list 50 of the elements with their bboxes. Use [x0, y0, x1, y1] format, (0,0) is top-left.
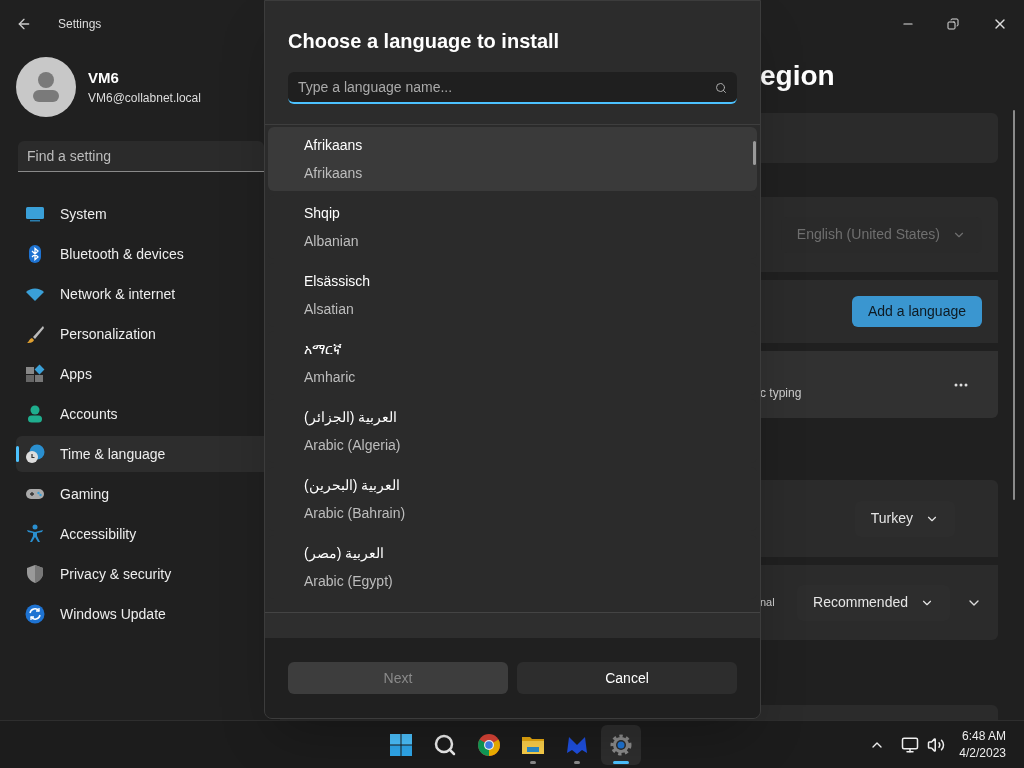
window-title: Settings: [58, 16, 102, 33]
nav-item[interactable]: Accounts: [16, 396, 264, 432]
language-item[interactable]: Afrikaans Afrikaans: [268, 127, 757, 191]
add-language-button[interactable]: Add a language: [851, 296, 982, 327]
search-field[interactable]: Find a setting: [18, 141, 264, 172]
dialog-button[interactable]: Cancel: [517, 662, 737, 694]
restore-icon[interactable]: [947, 18, 959, 30]
apps-icon: [25, 364, 45, 384]
more-icon: [954, 382, 968, 387]
nav-item[interactable]: Privacy & security: [16, 556, 264, 592]
nav-item[interactable]: Windows Update: [16, 596, 264, 632]
language-caption: c typing: [760, 384, 802, 402]
user-name: VM6: [88, 67, 120, 88]
running-indicator: [574, 760, 580, 764]
nav-item[interactable]: Bluetooth & devices: [16, 236, 264, 272]
user-email: VM6@collabnet.local: [88, 90, 201, 108]
nav-item[interactable]: Accessibility: [16, 516, 264, 552]
search-icon: [715, 82, 727, 94]
network-icon[interactable]: [901, 735, 920, 754]
nav-item[interactable]: System: [16, 196, 264, 232]
language-search-field[interactable]: Type a language name...: [288, 72, 737, 104]
page-title: egion: [760, 59, 836, 93]
refresh-icon: [25, 604, 45, 624]
nav-item[interactable]: Network & internet: [16, 276, 264, 312]
accessibility-icon: [25, 524, 45, 544]
nav-item[interactable]: Personalization: [16, 316, 264, 352]
back-icon[interactable]: [16, 16, 32, 32]
volume-icon[interactable]: [927, 735, 946, 754]
clock[interactable]: 6:48 AM 4/2/2023: [959, 727, 1006, 762]
avatar-icon: [16, 57, 76, 117]
person-icon: [25, 404, 45, 424]
search-icon: [433, 732, 457, 757]
dialog-title: Choose a language to install: [288, 29, 561, 54]
running-indicator: [613, 760, 629, 764]
selection-indicator: [16, 446, 19, 462]
chrome-icon: [477, 732, 501, 757]
monitor-icon: [25, 204, 45, 224]
setting-caption: nal: [760, 595, 775, 611]
list-scrollbar-thumb[interactable]: [753, 141, 756, 165]
gear-icon: [609, 732, 633, 757]
scrollbar[interactable]: [1013, 110, 1015, 500]
nav-item[interactable]: Apps: [16, 356, 264, 392]
shield-icon: [25, 564, 45, 584]
windows-logo-icon: [389, 732, 413, 757]
nav-item[interactable]: Gaming: [16, 476, 264, 512]
taskbar-app[interactable]: [601, 724, 641, 765]
nav-item[interactable]: Time & language: [16, 436, 264, 472]
globe-clock-icon: [25, 444, 45, 464]
brush-icon: [25, 324, 45, 344]
running-indicator: [530, 760, 536, 764]
